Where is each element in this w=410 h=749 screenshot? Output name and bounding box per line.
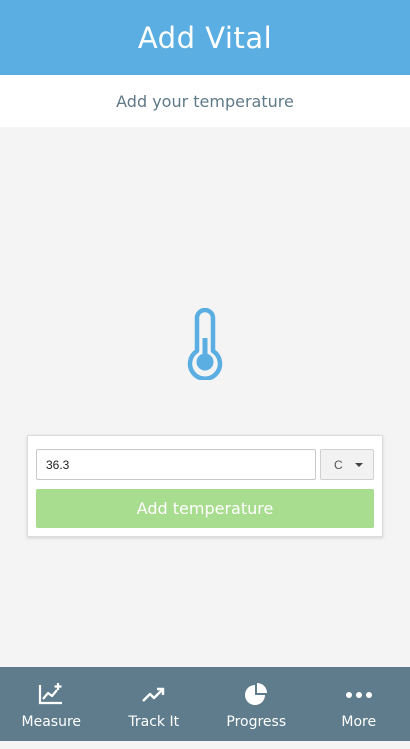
tab-progress[interactable]: Progress <box>205 667 308 741</box>
thermometer-icon <box>186 307 224 381</box>
app-header: Add Vital <box>0 0 410 75</box>
tab-label: Track It <box>128 714 180 730</box>
tab-label: Progress <box>226 714 287 730</box>
bottom-strip <box>0 741 410 749</box>
pie-chart-icon <box>242 682 270 706</box>
tab-track-it[interactable]: Track It <box>103 667 206 741</box>
temperature-input[interactable] <box>36 449 316 480</box>
page-title: Add Vital <box>137 20 273 55</box>
unit-select[interactable]: C <box>320 449 374 480</box>
tab-label: Measure <box>21 714 82 730</box>
add-temperature-button[interactable]: Add temperature <box>36 489 374 528</box>
tab-more[interactable]: More <box>308 667 410 741</box>
tab-label: More <box>341 714 377 730</box>
bottom-tab-bar: Measure Track It Progress More <box>0 667 410 741</box>
chart-add-icon <box>37 682 65 706</box>
tab-measure[interactable]: Measure <box>0 667 103 741</box>
subheader: Add your temperature <box>0 75 410 127</box>
caret-down-icon <box>355 463 363 467</box>
trending-up-icon <box>140 682 168 706</box>
unit-select-value: C <box>334 457 343 472</box>
temperature-form-card: C Add temperature <box>27 435 383 537</box>
more-dots-icon <box>345 682 373 706</box>
subheader-text: Add your temperature <box>116 91 294 111</box>
